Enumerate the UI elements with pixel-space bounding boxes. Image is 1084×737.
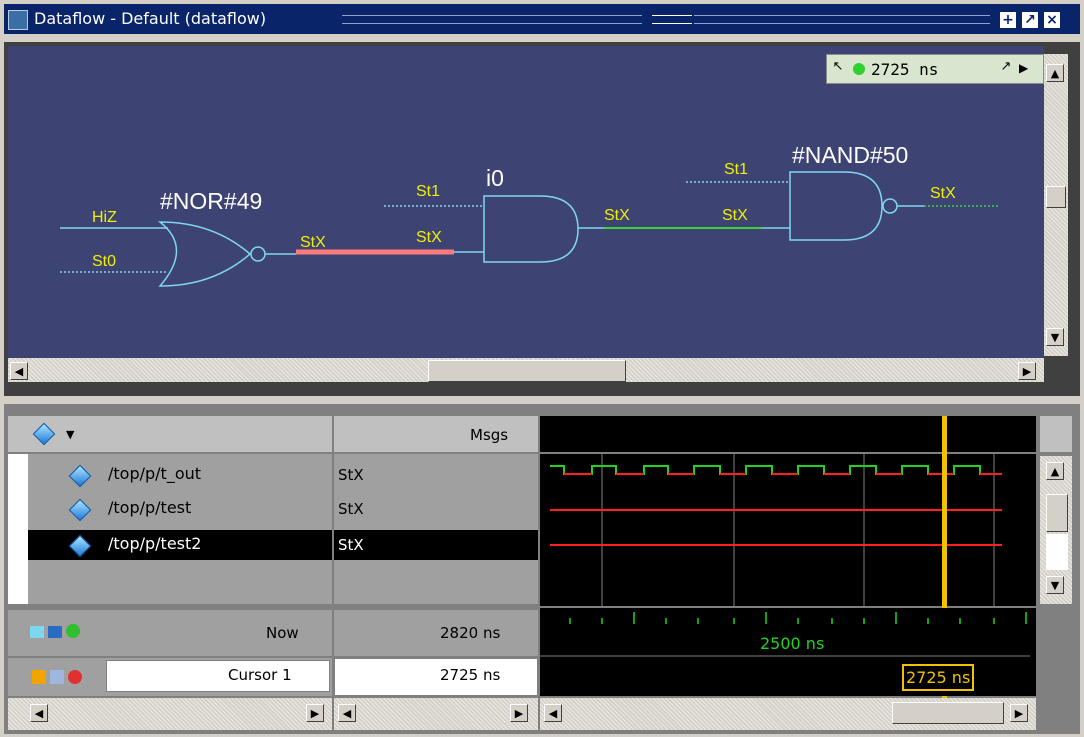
now-value: 2820 ns: [440, 624, 501, 642]
waveform-header: [540, 416, 1036, 452]
signal-value-selected-row[interactable]: [334, 530, 538, 560]
names-scroll-right-button[interactable]: ▶: [306, 704, 324, 722]
dataflow-hscroll-thumb[interactable]: [428, 360, 626, 382]
and-input-st1-label: St1: [416, 183, 440, 200]
wave-scroll-left-button[interactable]: ◀: [544, 704, 562, 722]
signal-name: /top/p/test: [108, 498, 192, 517]
signal-name: /top/p/t_out: [108, 464, 202, 483]
nor-input-st0-label: St0: [92, 253, 116, 270]
nand-input-stx-label: StX: [722, 207, 748, 224]
values-hscroll-track[interactable]: [334, 698, 538, 730]
dataflow-scroll-up-button[interactable]: ▲: [1046, 64, 1064, 82]
dataflow-scroll-right-button[interactable]: ▶: [1018, 362, 1036, 380]
wave-scroll-down-button[interactable]: ▼: [1046, 576, 1064, 594]
status-dot-icon: [853, 63, 865, 75]
dataflow-schematic: #NOR#49 HiZ St0 StX i0 St1 StX StX #NAND…: [60, 142, 998, 287]
undock-button[interactable]: ↗: [1022, 12, 1038, 28]
values-scroll-left-button[interactable]: ◀: [338, 704, 356, 722]
nand-input-st1-label: St1: [724, 161, 748, 178]
t-out-wave-high: [550, 465, 992, 475]
and-input-stx-label: StX: [416, 229, 442, 246]
cursor-value: 2725 ns: [440, 666, 501, 684]
time-control: ↖ 2725 ns ↗ ▶: [826, 54, 1044, 84]
msgs-header-label: Msgs: [470, 426, 509, 444]
now-toolbar-icons[interactable]: [30, 624, 100, 642]
monitor-icon[interactable]: [48, 626, 62, 638]
title-bar[interactable]: Dataflow - Default (dataflow) + ↗ ×: [4, 4, 1080, 34]
window-title: Dataflow - Default (dataflow): [34, 9, 267, 28]
nor-gate-label: #NOR#49: [160, 188, 262, 214]
now-label: Now: [266, 624, 299, 642]
title-grip-center[interactable]: [652, 15, 692, 24]
wave-vscroll-gap: [1046, 534, 1068, 570]
values-scroll-right-button[interactable]: ▶: [510, 704, 528, 722]
nand-gate-label: #NAND#50: [792, 142, 908, 168]
cursor-lock-icon[interactable]: [32, 670, 46, 684]
cursor-remove-icon[interactable]: [68, 670, 82, 684]
dataflow-vscroll-thumb[interactable]: [1046, 186, 1066, 208]
and-gate[interactable]: [483, 195, 579, 263]
cursor-edit-icon[interactable]: [50, 670, 64, 684]
close-button[interactable]: ×: [1044, 12, 1060, 28]
nor-output-label: StX: [300, 234, 326, 251]
signal-row-selected[interactable]: /top/p/test2: [28, 530, 332, 560]
names-scroll-left-button[interactable]: ◀: [30, 704, 48, 722]
signal-icon: [68, 464, 92, 488]
time-control-value: 2725 ns: [871, 60, 939, 79]
dataflow-canvas[interactable]: #NOR#49 HiZ St0 StX i0 St1 StX StX #NAND…: [8, 46, 1044, 358]
nand-gate[interactable]: [789, 171, 898, 241]
signal-value: StX: [338, 500, 364, 518]
cursor-label: Cursor 1: [228, 666, 292, 684]
signal-icon: [68, 498, 92, 522]
signal-list-gutter: [8, 454, 28, 604]
signal-value: StX: [338, 466, 364, 484]
cursor-time-tag[interactable]: 2725 ns: [902, 664, 975, 691]
nor-input-hiz-label: HiZ: [92, 209, 117, 226]
next-arrow-icon[interactable]: ▶: [1019, 61, 1031, 77]
title-grip-right[interactable]: [694, 15, 990, 24]
nor-gate[interactable]: [157, 221, 266, 287]
signal-value: StX: [338, 536, 364, 554]
signal-name: /top/p/test2: [108, 534, 202, 553]
timeline-label: 2500 ns: [760, 634, 825, 653]
dock-button[interactable]: +: [1000, 12, 1016, 28]
wave-scroll-right-button[interactable]: ▶: [1010, 704, 1028, 722]
wave-scroll-up-button[interactable]: ▲: [1046, 462, 1064, 480]
signal-icon: [68, 534, 92, 558]
title-grip-left[interactable]: [342, 15, 642, 24]
wave-vscroll-thumb[interactable]: [1046, 494, 1068, 532]
signal-row[interactable]: /top/p/t_out: [28, 462, 332, 488]
dropdown-arrow-icon[interactable]: ▼: [66, 428, 74, 441]
zoom-icon[interactable]: [30, 626, 44, 638]
now-value-cell: [334, 610, 538, 656]
cursor-name-field[interactable]: [106, 660, 330, 692]
signal-row[interactable]: /top/p/test: [28, 496, 332, 522]
dataflow-scroll-left-button[interactable]: ◀: [10, 362, 28, 380]
go-end-icon[interactable]: ↗: [997, 59, 1015, 79]
cursor-value-field[interactable]: [334, 658, 538, 696]
dataflow-app-icon: [8, 10, 28, 30]
add-icon[interactable]: [66, 624, 80, 638]
signal-header: [8, 416, 332, 452]
value-list: [334, 454, 538, 604]
dataflow-scroll-down-button[interactable]: ▼: [1046, 328, 1064, 346]
wave-vscroll-header: [1040, 416, 1072, 452]
nand-output-label: StX: [930, 185, 956, 202]
names-hscroll-track[interactable]: [8, 698, 332, 730]
go-start-icon[interactable]: ↖: [829, 59, 847, 79]
and-gate-label: i0: [486, 165, 504, 191]
and-output-label: StX: [604, 207, 630, 224]
wave-hscroll-thumb[interactable]: [892, 702, 1004, 724]
